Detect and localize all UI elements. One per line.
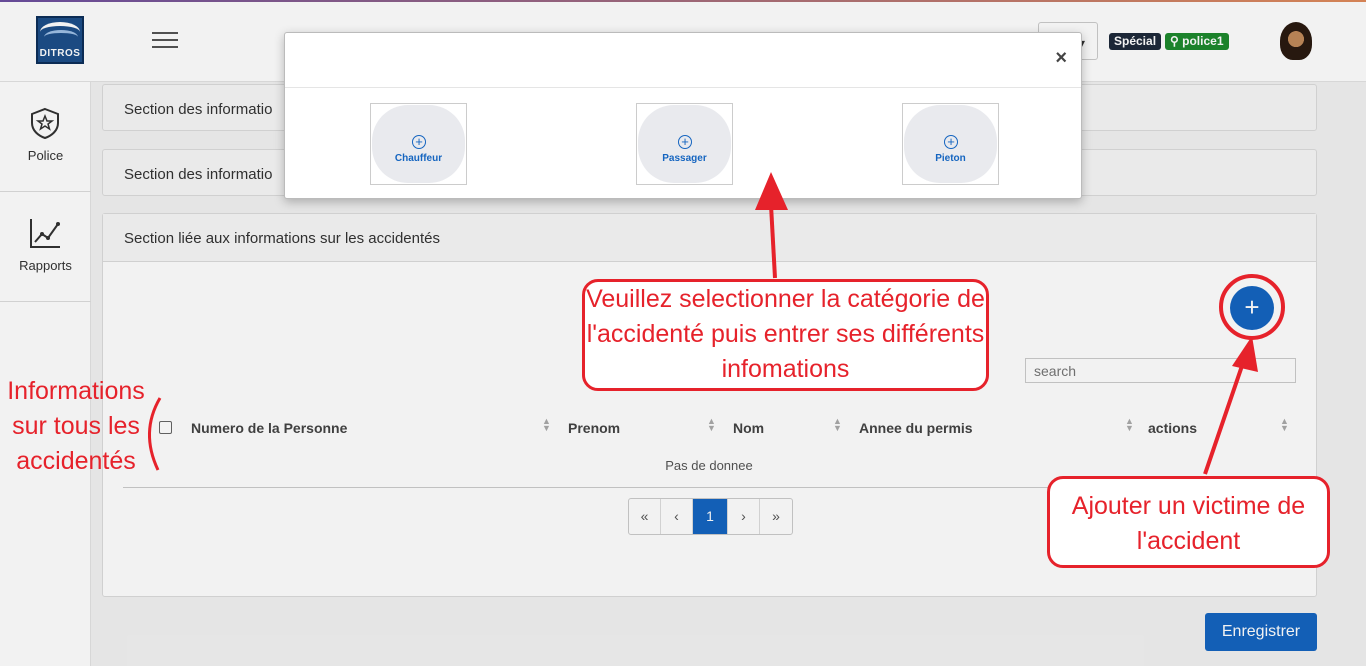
arrow-head-to-add [1232,336,1258,372]
annotation-add-victim: Ajouter un victime de l'accident [1047,476,1330,568]
annotation-all-info: Informations sur tous les accidentés [7,377,145,475]
highlight-circle-add [1219,274,1285,340]
arrow-line-to-add [1203,359,1246,475]
arrow-head-to-modal [755,172,788,210]
arrow-line-to-modal [769,204,777,279]
annotation-select-category: Veuillez selectionner la catégorie de l'… [582,279,989,391]
